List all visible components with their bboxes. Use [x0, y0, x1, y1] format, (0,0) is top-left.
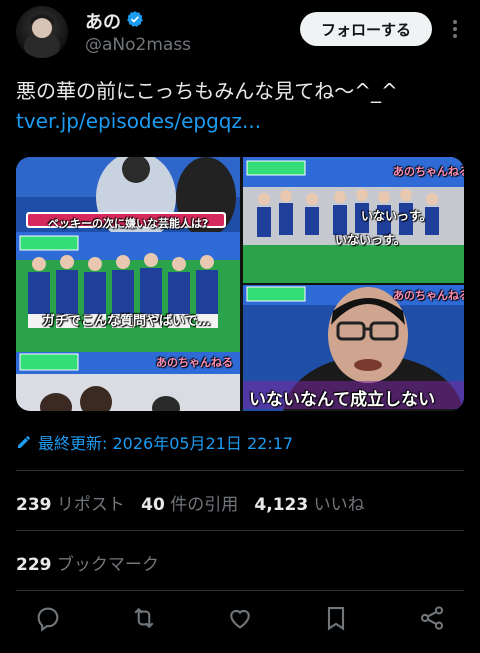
- bookmarks-count: 229: [16, 555, 52, 575]
- action-bar: [0, 604, 480, 638]
- last-edited-label: 最終更新: 2026年05月21日 22:17: [38, 434, 294, 453]
- follow-button[interactable]: フォローする: [300, 12, 432, 46]
- media-show-logo-top-right: あのちゃんねる: [393, 165, 464, 178]
- reply-icon[interactable]: [34, 604, 62, 632]
- engagement-stats: 239 リポスト 40 件の引用 4,123 いいね: [16, 490, 365, 515]
- quotes-stat[interactable]: 40 件の引用: [141, 495, 238, 515]
- media-caption-top-right-2: いないっす。: [335, 233, 406, 247]
- reposts-label: リポスト: [56, 495, 125, 515]
- quotes-count: 40: [141, 495, 165, 515]
- media-image-top-left[interactable]: ベッキーの次に嫌いな芸能人は?: [16, 157, 240, 242]
- media-caption-bottom-right: いないなんて成立しない: [249, 390, 436, 410]
- quotes-label: 件の引用: [170, 495, 239, 515]
- divider: [16, 590, 464, 591]
- last-edited[interactable]: 最終更新: 2026年05月21日 22:17: [16, 430, 293, 454]
- media-image-bottom-right[interactable]: あのちゃんねる いないなんて成立しない: [243, 285, 464, 411]
- author-avatar[interactable]: [16, 6, 68, 58]
- bookmark-icon[interactable]: [322, 604, 350, 632]
- bookmarks-label: ブックマーク: [56, 555, 159, 575]
- media-image-top-right[interactable]: あのちゃんねる いないっす。 いないっす。: [243, 157, 464, 283]
- likes-stat[interactable]: 4,123 いいね: [254, 495, 364, 515]
- media-caption-top-left: ベッキーの次に嫌いな芸能人は?: [48, 217, 209, 230]
- tweet-header: あの @aNo2mass フォローする: [0, 0, 480, 60]
- media-image-bottom-left[interactable]: あのちゃんねる: [16, 352, 240, 411]
- like-icon[interactable]: [226, 604, 254, 632]
- repost-icon[interactable]: [130, 604, 158, 632]
- bookmarks-stat[interactable]: 229 ブックマーク: [16, 550, 159, 575]
- media-show-logo-bottom-right: あのちゃんねる: [393, 289, 464, 302]
- share-icon[interactable]: [418, 604, 446, 632]
- author-handle[interactable]: @aNo2mass: [85, 35, 191, 55]
- media-show-logo-bottom-left: あのちゃんねる: [156, 356, 233, 369]
- tweet-text: 悪の華の前にこっちもみんな見てね〜^_^: [16, 79, 398, 103]
- media-caption-middle-left: ガチでこんな質問やばいで…: [42, 314, 211, 329]
- tweet-link[interactable]: tver.jp/episodes/epgqz...: [16, 107, 261, 135]
- author-display-name[interactable]: あの: [85, 8, 121, 34]
- edit-pencil-icon: [18, 436, 30, 448]
- media-caption-top-right-1: いないっす。: [361, 209, 432, 223]
- more-options-icon[interactable]: [446, 17, 464, 41]
- media-grid[interactable]: ベッキーの次に嫌いな芸能人は? ガチでこんな質問やばいで… あのちゃんねる あの…: [16, 157, 464, 411]
- reposts-count: 239: [16, 495, 52, 515]
- likes-label: いいね: [313, 495, 365, 515]
- verified-badge-icon: [127, 11, 143, 27]
- media-image-middle-left[interactable]: ガチでこんな質問やばいで…: [16, 232, 240, 352]
- divider: [16, 470, 464, 471]
- reposts-stat[interactable]: 239 リポスト: [16, 495, 125, 515]
- likes-count: 4,123: [254, 495, 309, 515]
- divider: [16, 530, 464, 531]
